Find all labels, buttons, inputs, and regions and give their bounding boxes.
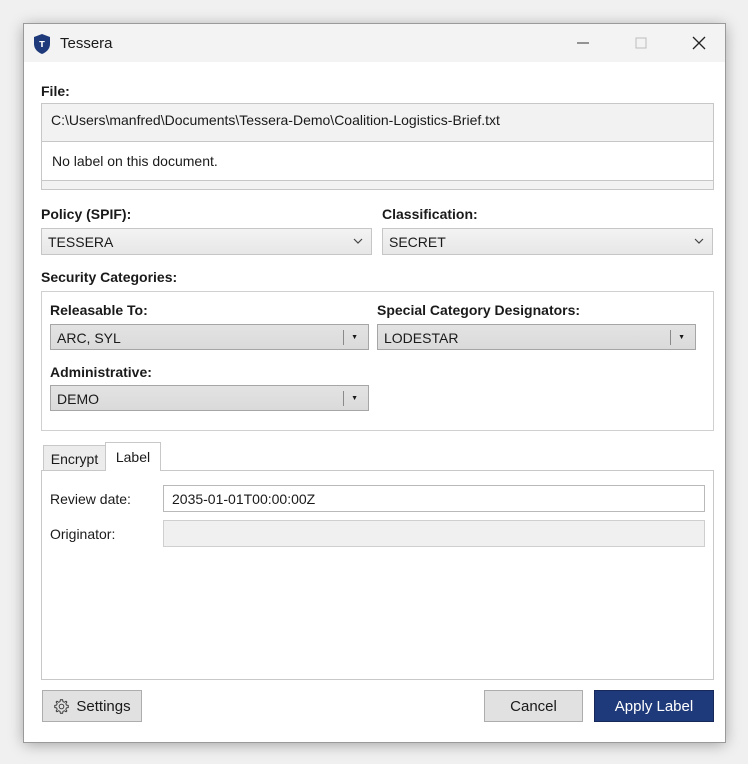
settings-button[interactable]: Settings — [42, 690, 142, 722]
cancel-button[interactable]: Cancel — [484, 690, 583, 722]
classification-value: SECRET — [389, 234, 446, 250]
review-date-label: Review date: — [50, 491, 131, 507]
review-date-input[interactable]: 2035-01-01T00:00:00Z — [163, 485, 705, 512]
review-date-value: 2035-01-01T00:00:00Z — [172, 491, 316, 507]
file-info-box: C:\Users\manfred\Documents\Tessera-Demo\… — [41, 103, 714, 190]
gear-icon — [54, 698, 70, 714]
close-button[interactable] — [676, 28, 722, 58]
security-categories-box: Releasable To: ARC, SYL ▼ Special Catego… — [41, 291, 714, 431]
apply-label-button[interactable]: Apply Label — [594, 690, 714, 722]
classification-label: Classification: — [382, 206, 478, 222]
originator-input[interactable] — [163, 520, 705, 547]
maximize-button[interactable] — [618, 28, 664, 58]
tab-label[interactable]: Label — [105, 442, 161, 471]
label-status-text: No label on this document. — [52, 153, 218, 169]
releasable-to-label: Releasable To: — [50, 302, 148, 318]
label-status-box: No label on this document. — [42, 141, 713, 181]
special-category-select[interactable]: LODESTAR ▼ — [377, 324, 696, 350]
shield-icon: T — [32, 33, 52, 55]
dropdown-arrow-icon: ▼ — [351, 334, 358, 341]
policy-select[interactable]: TESSERA — [41, 228, 372, 255]
minimize-button[interactable] — [560, 28, 606, 58]
originator-label: Originator: — [50, 526, 116, 542]
minimize-icon — [577, 42, 589, 44]
special-category-value: LODESTAR — [384, 330, 459, 346]
administrative-label: Administrative: — [50, 364, 152, 380]
maximize-icon — [635, 37, 647, 49]
dropdown-arrow-icon: ▼ — [678, 334, 685, 341]
dialog-window: T Tessera File: C:\Users\manfred\Documen… — [24, 24, 725, 742]
dropdown-arrow-icon: ▼ — [351, 395, 358, 402]
window-title: Tessera — [60, 35, 113, 52]
settings-button-label: Settings — [76, 697, 131, 715]
close-icon — [692, 36, 706, 50]
chevron-down-icon — [694, 238, 704, 244]
security-categories-label: Security Categories: — [41, 269, 178, 285]
releasable-to-select[interactable]: ARC, SYL ▼ — [50, 324, 369, 350]
title-bar[interactable]: T Tessera — [24, 24, 725, 62]
policy-label: Policy (SPIF): — [41, 206, 132, 222]
app-icon-letter: T — [39, 40, 45, 49]
administrative-value: DEMO — [57, 391, 99, 407]
dropdown-separator — [670, 330, 671, 345]
dropdown-separator — [343, 330, 344, 345]
chevron-down-icon — [353, 238, 363, 244]
special-category-label: Special Category Designators: — [377, 302, 581, 318]
policy-value: TESSERA — [48, 234, 114, 250]
dropdown-separator — [343, 391, 344, 406]
releasable-to-value: ARC, SYL — [57, 330, 121, 346]
label-tab-panel: Review date: 2035-01-01T00:00:00Z Origin… — [41, 470, 714, 680]
tab-encrypt[interactable]: Encrypt — [43, 445, 106, 471]
classification-select[interactable]: SECRET — [382, 228, 713, 255]
file-label: File: — [41, 83, 70, 99]
administrative-select[interactable]: DEMO ▼ — [50, 385, 369, 411]
file-path: C:\Users\manfred\Documents\Tessera-Demo\… — [51, 112, 500, 128]
